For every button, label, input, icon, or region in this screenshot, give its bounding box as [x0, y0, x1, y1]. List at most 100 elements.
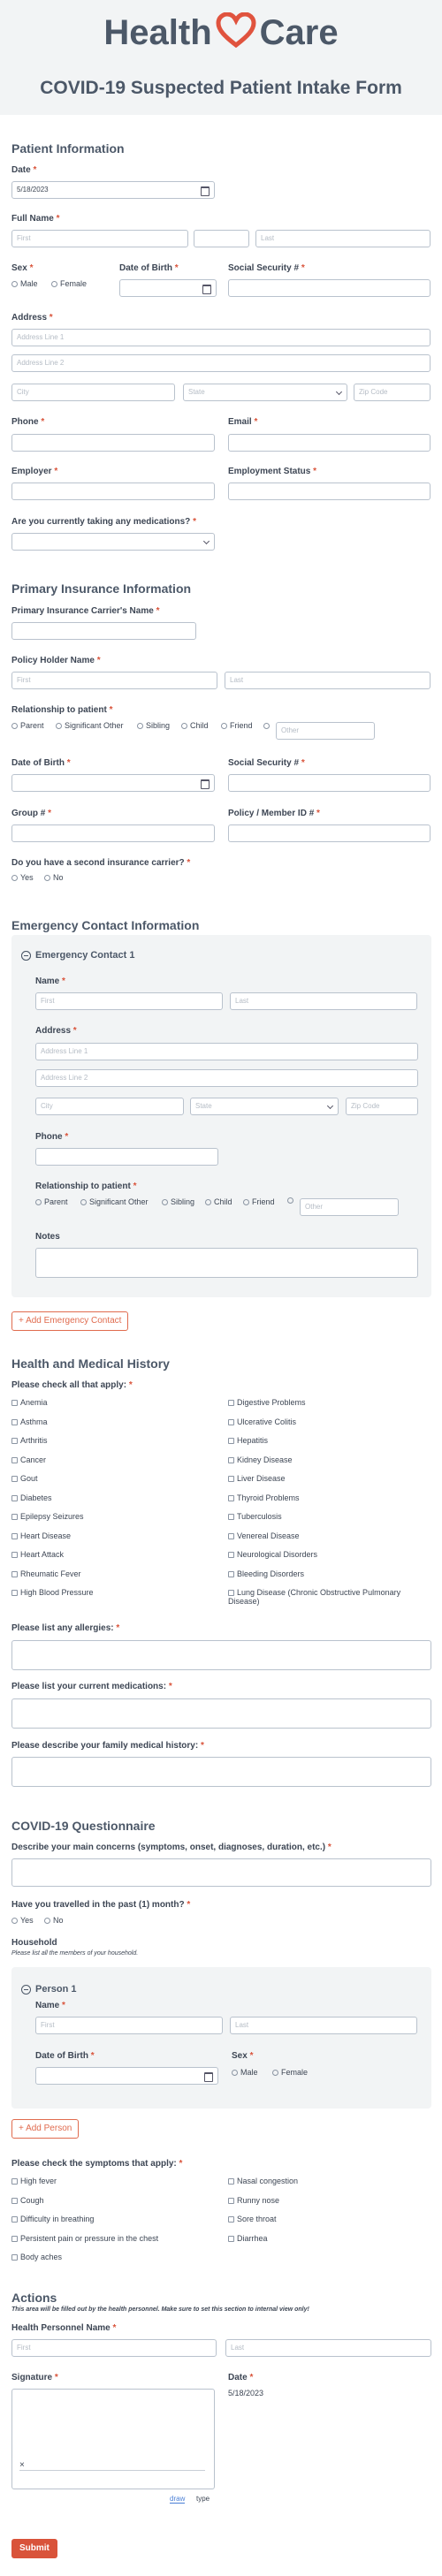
relation-other-radio[interactable]: [263, 721, 272, 730]
checkbox-item[interactable]: Neurological Disorders: [228, 1550, 431, 1559]
checkbox-item[interactable]: Tuberculosis: [228, 1512, 431, 1521]
checkbox-item[interactable]: Thyroid Problems: [228, 1493, 431, 1502]
address-line1-input[interactable]: Address Line 1: [11, 329, 431, 346]
signature-type-tab[interactable]: type: [196, 2495, 210, 2503]
signature-draw-tab[interactable]: draw: [170, 2495, 186, 2504]
checkbox-item[interactable]: Venereal Disease: [228, 1531, 431, 1540]
checkbox-icon[interactable]: [228, 2197, 234, 2204]
collapse-contact-icon[interactable]: [21, 951, 31, 961]
checkbox-icon[interactable]: [11, 1552, 18, 1558]
person-last-name-input[interactable]: Last: [230, 2017, 417, 2034]
person-first-name-input[interactable]: First: [35, 2017, 223, 2034]
person-dob-input[interactable]: [35, 2067, 218, 2085]
checkbox-icon[interactable]: [11, 2254, 18, 2261]
signature-clear-x[interactable]: ×: [19, 2460, 25, 2470]
address-line2-input[interactable]: Address Line 2: [11, 354, 431, 372]
dob-input[interactable]: [119, 279, 217, 297]
travel-yes-radio[interactable]: Yes: [11, 1916, 34, 1925]
relation-child-radio[interactable]: Child: [181, 721, 209, 730]
group-number-input[interactable]: [11, 824, 215, 842]
signature-pad[interactable]: [11, 2389, 215, 2489]
checkbox-item[interactable]: Heart Disease: [11, 1531, 215, 1540]
checkbox-icon[interactable]: [11, 1532, 18, 1539]
ec-zip-input[interactable]: Zip Code: [346, 1098, 418, 1115]
relation-other-input[interactable]: Other: [276, 722, 375, 740]
employer-input[interactable]: [11, 483, 215, 500]
submit-button[interactable]: Submit: [11, 2539, 57, 2558]
checkbox-item[interactable]: Cancer: [11, 1455, 215, 1464]
checkbox-item[interactable]: Body aches: [11, 2253, 215, 2261]
zip-input[interactable]: Zip Code: [354, 384, 431, 401]
relation-sibling-radio[interactable]: Sibling: [137, 721, 170, 730]
ec-address-line2-input[interactable]: Address Line 2: [35, 1069, 418, 1087]
checkbox-item[interactable]: Rheumatic Fever: [11, 1569, 215, 1578]
checkbox-item[interactable]: Digestive Problems: [228, 1398, 431, 1407]
second-carrier-no-radio[interactable]: No: [44, 873, 64, 882]
carrier-name-input[interactable]: [11, 622, 196, 640]
policy-holder-first-input[interactable]: First: [11, 672, 217, 689]
checkbox-icon[interactable]: [11, 1494, 18, 1501]
employment-status-input[interactable]: [228, 483, 431, 500]
checkbox-icon[interactable]: [228, 1494, 234, 1501]
checkbox-icon[interactable]: [11, 2178, 18, 2185]
checkbox-icon[interactable]: [11, 1570, 18, 1577]
personnel-last-name-input[interactable]: Last: [225, 2339, 431, 2357]
person-sex-female-radio[interactable]: Female: [272, 2068, 308, 2077]
ec-last-name-input[interactable]: Last: [230, 992, 417, 1010]
ec-relation-child-radio[interactable]: Child: [205, 1197, 232, 1206]
checkbox-item[interactable]: Diabetes: [11, 1493, 215, 1502]
person-sex-male-radio[interactable]: Male: [232, 2068, 258, 2077]
checkbox-item[interactable]: Heart Attack: [11, 1550, 215, 1559]
ec-address-line1-input[interactable]: Address Line 1: [35, 1043, 418, 1060]
ec-relation-significant-other-radio[interactable]: Significant Other: [80, 1197, 149, 1206]
checkbox-icon[interactable]: [228, 1514, 234, 1520]
checkbox-icon[interactable]: [11, 1418, 18, 1425]
ec-notes-textarea[interactable]: [35, 1248, 418, 1278]
ec-relation-friend-radio[interactable]: Friend: [243, 1197, 275, 1206]
medications-select[interactable]: [11, 533, 215, 551]
personnel-first-name-input[interactable]: First: [11, 2339, 217, 2357]
checkbox-item[interactable]: Lung Disease (Chronic Obstructive Pulmon…: [228, 1588, 431, 1606]
checkbox-icon[interactable]: [228, 1476, 234, 1482]
relation-significant-other-radio[interactable]: Significant Other: [56, 721, 124, 730]
ec-relation-sibling-radio[interactable]: Sibling: [162, 1197, 194, 1206]
checkbox-icon[interactable]: [228, 1532, 234, 1539]
checkbox-item[interactable]: Gout: [11, 1474, 215, 1483]
checkbox-icon[interactable]: [11, 1438, 18, 1444]
sex-female-radio[interactable]: Female: [51, 279, 87, 288]
checkbox-icon[interactable]: [228, 1456, 234, 1463]
checkbox-icon[interactable]: [228, 1590, 234, 1596]
last-name-input[interactable]: Last: [255, 230, 431, 247]
checkbox-item[interactable]: Diarrhea: [228, 2234, 431, 2243]
current-medications-textarea[interactable]: [11, 1698, 431, 1729]
checkbox-item[interactable]: Sore throat: [228, 2215, 431, 2223]
checkbox-item[interactable]: Arthritis: [11, 1436, 215, 1445]
checkbox-item[interactable]: Kidney Disease: [228, 1455, 431, 1464]
checkbox-icon[interactable]: [11, 1400, 18, 1406]
checkbox-item[interactable]: Liver Disease: [228, 1474, 431, 1483]
add-emergency-contact-button[interactable]: + Add Emergency Contact: [11, 1311, 129, 1331]
sex-male-radio[interactable]: Male: [11, 279, 38, 288]
checkbox-item[interactable]: Cough: [11, 2196, 215, 2205]
checkbox-icon[interactable]: [11, 1456, 18, 1463]
concerns-textarea[interactable]: [11, 1858, 431, 1887]
family-history-textarea[interactable]: [11, 1757, 431, 1787]
middle-name-input[interactable]: [194, 230, 249, 247]
checkbox-icon[interactable]: [228, 1418, 234, 1425]
phone-input[interactable]: [11, 434, 215, 452]
ec-first-name-input[interactable]: First: [35, 992, 223, 1010]
checkbox-item[interactable]: High Blood Pressure: [11, 1588, 215, 1597]
checkbox-item[interactable]: Ulcerative Colitis: [228, 1417, 431, 1426]
checkbox-item[interactable]: Bleeding Disorders: [228, 1569, 431, 1578]
checkbox-icon[interactable]: [228, 2216, 234, 2223]
checkbox-icon[interactable]: [228, 2235, 234, 2242]
second-carrier-yes-radio[interactable]: Yes: [11, 873, 34, 882]
checkbox-item[interactable]: Hepatitis: [228, 1436, 431, 1445]
checkbox-item[interactable]: Persistent pain or pressure in the chest: [11, 2234, 215, 2243]
relation-parent-radio[interactable]: Parent: [11, 721, 44, 730]
checkbox-icon[interactable]: [228, 1438, 234, 1444]
checkbox-icon[interactable]: [11, 1590, 18, 1596]
checkbox-item[interactable]: High fever: [11, 2177, 215, 2185]
policy-holder-last-input[interactable]: Last: [225, 672, 431, 689]
insured-ssn-input[interactable]: [228, 774, 431, 792]
